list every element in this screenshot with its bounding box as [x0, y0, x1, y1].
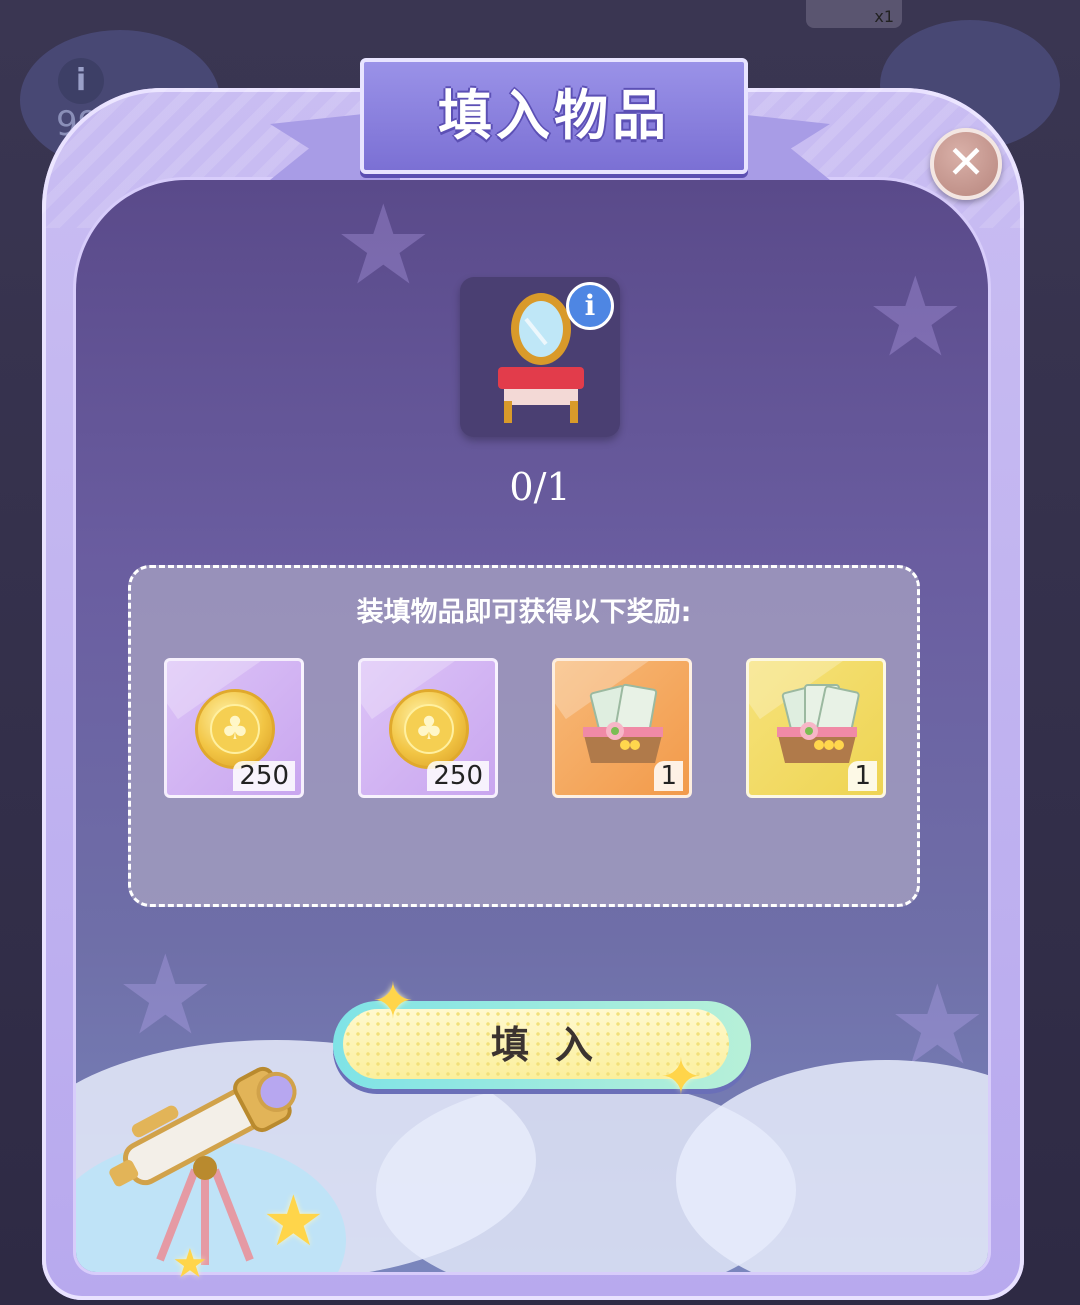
background-info-icon: i [58, 58, 104, 104]
gift-basket-icon [777, 684, 860, 763]
reward-item[interactable]: 1 [746, 658, 886, 798]
background-badge: x1 [806, 0, 902, 28]
coin-icon: ♣ [195, 689, 275, 769]
fill-progress: 0/1 [509, 465, 571, 509]
star-decoration: ★ [866, 253, 965, 381]
close-button[interactable]: ✕ [930, 128, 1002, 200]
reward-item[interactable]: ♣ 250 [358, 658, 498, 798]
star-decoration: ★ [334, 181, 433, 309]
rewards-panel: 装填物品即可获得以下奖励: ♣ 250 ♣ 250 1 1 [128, 565, 920, 907]
info-icon: i [584, 289, 596, 322]
reward-quantity: 1 [848, 761, 877, 791]
cloud-decoration [676, 1060, 988, 1272]
gift-basket-icon [583, 683, 663, 763]
sparkle-icon: ★ [172, 1241, 208, 1287]
reward-item[interactable]: ♣ 250 [164, 658, 304, 798]
title-ribbon: 填入物品 [270, 50, 830, 190]
rewards-label: 装填物品即可获得以下奖励: [356, 597, 692, 628]
reward-quantity: 250 [233, 761, 295, 791]
star-decoration: ★ [116, 931, 215, 1059]
reward-quantity: 250 [427, 761, 489, 791]
dialog-title: 填入物品 [438, 84, 670, 147]
item-info-button[interactable]: i [566, 282, 614, 330]
reward-quantity: 1 [654, 761, 683, 791]
reward-item[interactable]: 1 [552, 658, 692, 798]
coin-icon: ♣ [389, 689, 469, 769]
close-icon: ✕ [946, 135, 986, 189]
sparkle-icon: ★ [262, 1180, 325, 1262]
sparkle-icon: ✦ [660, 1048, 702, 1106]
sparkle-icon: ✦ [372, 972, 414, 1030]
